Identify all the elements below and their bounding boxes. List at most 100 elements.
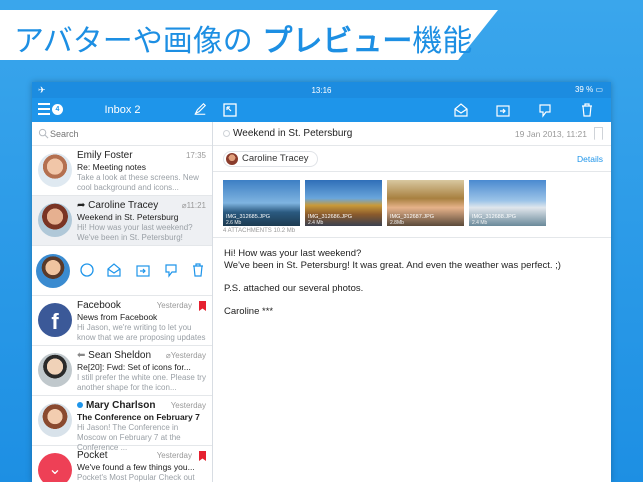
message-sender: ➦ Caroline Tracey bbox=[77, 200, 158, 211]
unread-toggle-icon[interactable] bbox=[223, 130, 230, 137]
message-preview: Take a look at these screens. New cool b… bbox=[77, 173, 199, 192]
attachment-thumbnail[interactable]: IMG_312687.JPG 2.8Mb bbox=[387, 180, 464, 226]
list-item[interactable]: ➦ Caroline Tracey ⌀11:21 Weekend in St. … bbox=[32, 196, 212, 246]
reply-arrow-icon: ⬅ bbox=[77, 350, 89, 361]
message-sender: Pocket bbox=[77, 450, 108, 461]
mark-read-icon[interactable] bbox=[79, 262, 95, 278]
avatar bbox=[38, 153, 72, 187]
list-item[interactable]: f Facebook Yesterday News from Facebook … bbox=[32, 296, 212, 346]
message-time-value: Yesterday bbox=[170, 351, 206, 360]
details-link[interactable]: Details bbox=[577, 154, 603, 164]
sender-name: Caroline Tracey bbox=[242, 153, 309, 164]
mail-icon[interactable] bbox=[453, 102, 469, 118]
status-bar: ✈ 13:16 39 % ▭ bbox=[32, 82, 611, 98]
attachment-size: 2.4 Mb bbox=[308, 220, 324, 226]
body-paragraph: Hi! How was your last weekend? We've been… bbox=[224, 248, 600, 272]
list-item[interactable]: ⌄ Pocket Yesterday We've found a few thi… bbox=[32, 446, 212, 482]
message-preview: I still prefer the white one. Please try… bbox=[77, 373, 206, 392]
attachment-thumbnail[interactable]: IMG_312688.JPG 2.4 Mb bbox=[469, 180, 546, 226]
message-sender: Emily Foster bbox=[77, 150, 133, 161]
tablet-screen: ✈ 13:16 39 % ▭ 4 Inbox 2 Emily Foster bbox=[32, 82, 611, 482]
message-time-value: 11:21 bbox=[186, 201, 206, 210]
banner-title-normal: アバターや画像の bbox=[14, 24, 263, 59]
toolbar-right bbox=[213, 98, 611, 122]
body-line: We've been in St. Petersburg! It was gre… bbox=[224, 260, 561, 271]
move-to-folder-icon[interactable] bbox=[495, 102, 511, 118]
attachments-count: 4 ATTACHMENTS 10.2 Mb bbox=[223, 228, 296, 234]
avatar bbox=[226, 153, 238, 165]
compose-icon[interactable] bbox=[193, 102, 207, 116]
airplane-icon: ✈ bbox=[38, 85, 46, 95]
spam-icon[interactable] bbox=[163, 262, 179, 278]
message-subject: We've found a few things you... bbox=[77, 462, 195, 472]
message-subject: News from Facebook bbox=[77, 312, 158, 322]
swipe-actions-row bbox=[32, 246, 212, 296]
battery-indicator: 39 % ▭ bbox=[574, 85, 603, 94]
message-sender-name: Sean Sheldon bbox=[88, 350, 152, 361]
reading-pane: Weekend in St. Petersburg 19 Jan 2013, 1… bbox=[213, 122, 611, 482]
status-time: 13:16 bbox=[311, 85, 332, 95]
flag-icon[interactable] bbox=[199, 451, 206, 461]
bookmark-icon[interactable] bbox=[594, 127, 603, 140]
search-input[interactable] bbox=[50, 127, 200, 141]
search-icon bbox=[38, 128, 49, 139]
pocket-logo-icon: ⌄ bbox=[38, 453, 72, 482]
toolbar-left: 4 Inbox 2 bbox=[32, 98, 213, 122]
list-item[interactable]: Emily Foster 17:35 Re: Meeting notes Tak… bbox=[32, 146, 212, 196]
swipe-actions bbox=[76, 262, 211, 280]
attachment-size: 2.6 Mb bbox=[226, 220, 242, 226]
flag-icon[interactable] bbox=[199, 301, 206, 311]
expand-icon[interactable] bbox=[222, 102, 238, 118]
inbox-title[interactable]: Inbox 2 bbox=[32, 104, 213, 116]
avatar bbox=[38, 403, 72, 437]
message-time: ⌀11:21 bbox=[182, 201, 206, 210]
sender-row: Caroline Tracey Details bbox=[213, 146, 611, 172]
unread-dot bbox=[77, 402, 83, 409]
avatar bbox=[36, 254, 70, 288]
message-preview: Hi! How was your last weekend? We've bee… bbox=[77, 223, 193, 242]
move-to-folder-icon[interactable] bbox=[135, 262, 151, 278]
list-item[interactable]: Mary Charlson Yesterday The Conference o… bbox=[32, 396, 212, 452]
body-paragraph: Caroline *** bbox=[224, 306, 274, 317]
message-sender: Facebook bbox=[77, 300, 121, 311]
mail-icon[interactable] bbox=[106, 262, 122, 278]
message-body: Hi! How was your last weekend? We've been… bbox=[213, 238, 611, 339]
banner-title-bold: プレビュー bbox=[262, 24, 413, 59]
attachment-thumbnail[interactable]: IMG_312685.JPG 2.6 Mb bbox=[223, 180, 300, 226]
avatar bbox=[38, 203, 72, 237]
message-list: Emily Foster 17:35 Re: Meeting notes Tak… bbox=[32, 122, 213, 482]
message-sender: Mary Charlson bbox=[77, 400, 155, 411]
banner-title: アバターや画像の プレビュー機能 bbox=[14, 16, 472, 60]
message-date: 19 Jan 2013, 11:21 bbox=[514, 129, 587, 139]
message-subject: Re: Meeting notes bbox=[77, 162, 146, 172]
trash-icon[interactable] bbox=[190, 262, 206, 278]
attachment-thumbnail[interactable]: IMG_312686.JPG 2.4 Mb bbox=[305, 180, 382, 226]
message-time: Yesterday bbox=[170, 401, 206, 410]
list-item[interactable]: ⬅ Sean Sheldon ⌀Yesterday Re[20]: Fwd: S… bbox=[32, 346, 212, 396]
message-sender-name: Caroline Tracey bbox=[88, 200, 159, 211]
reply-arrow-icon: ➦ bbox=[77, 200, 89, 211]
message-header: Weekend in St. Petersburg 19 Jan 2013, 1… bbox=[213, 122, 611, 146]
message-subject: Re[20]: Fwd: Set of icons for... bbox=[77, 362, 191, 372]
spam-icon[interactable] bbox=[537, 102, 553, 118]
body-paragraph: P.S. attached our several photos. bbox=[224, 283, 364, 294]
battery-percent: 39 % bbox=[574, 85, 594, 94]
sender-chip[interactable]: Caroline Tracey bbox=[223, 151, 318, 167]
message-time: Yesterday bbox=[156, 451, 192, 460]
body-line: Hi! How was your last weekend? bbox=[224, 248, 362, 259]
avatar bbox=[38, 353, 72, 387]
trash-icon[interactable] bbox=[579, 102, 595, 118]
message-subject: The Conference on February 7 bbox=[77, 412, 200, 422]
message-preview: Hi Jason, we're writing to let you know … bbox=[77, 323, 206, 342]
toolbar: 4 Inbox 2 bbox=[32, 98, 611, 122]
message-sender-name: Mary Charlson bbox=[86, 400, 156, 411]
attachment-size: 2.4 Mb bbox=[472, 220, 488, 226]
search-bar bbox=[32, 122, 212, 146]
message-time: ⌀Yesterday bbox=[166, 351, 206, 360]
message-preview: Pocket's Most Popular Check out bbox=[77, 473, 195, 482]
message-subject: Weekend in St. Petersburg bbox=[77, 212, 179, 222]
message-sender: ⬅ Sean Sheldon bbox=[77, 350, 151, 361]
attachment-size: 2.8Mb bbox=[390, 220, 404, 226]
message-title: Weekend in St. Petersburg bbox=[233, 128, 353, 139]
attachments: IMG_312685.JPG 2.6 Mb IMG_312686.JPG 2.4… bbox=[213, 172, 611, 238]
